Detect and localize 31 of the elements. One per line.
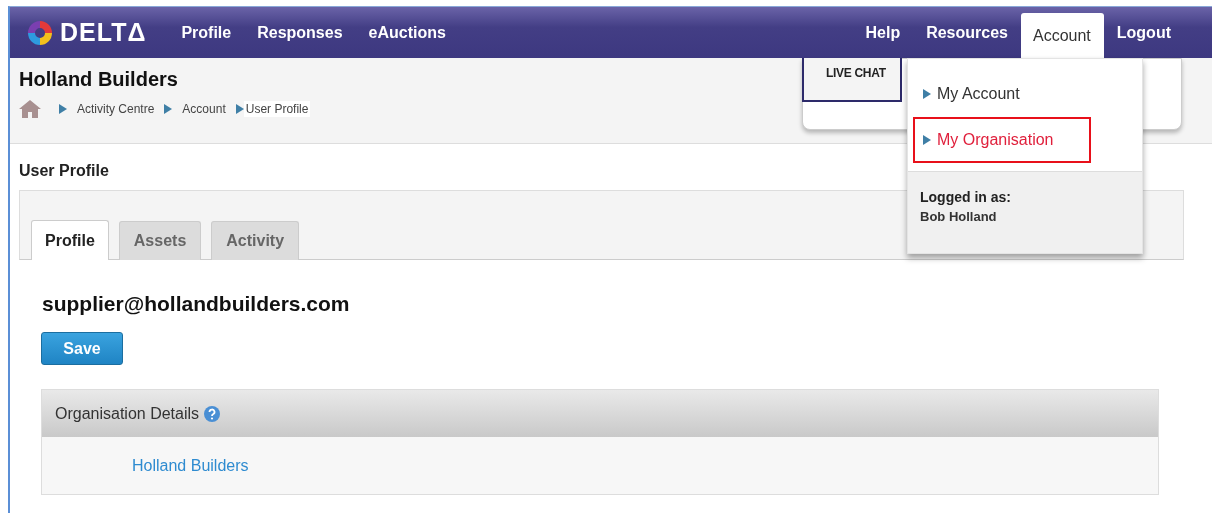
page-title: User Profile (19, 162, 110, 180)
logged-in-label: Logged in as: (920, 189, 1012, 205)
triangle-icon (923, 89, 931, 99)
nav-link[interactable]: Profile (168, 7, 245, 58)
email-heading: supplier@hollandbuilders.com (42, 292, 351, 316)
nav-link[interactable]: Logout (1103, 7, 1184, 58)
panel-title: Organisation Details (55, 404, 200, 423)
tab[interactable]: Assets (118, 221, 202, 260)
breadcrumb-link[interactable]: User Profile (243, 101, 311, 117)
tab[interactable]: Profile (31, 220, 109, 260)
logo-icon (26, 18, 54, 47)
tab[interactable]: Activity (211, 221, 300, 260)
company-title: Holland Builders (19, 68, 178, 91)
nav-link[interactable]: Responses (244, 7, 356, 58)
logo-text: DELTΔ (60, 18, 147, 47)
help-icon[interactable] (204, 405, 221, 422)
breadcrumb-link[interactable]: Activity Centre (77, 102, 155, 116)
user-name: Bob Holland (920, 209, 998, 224)
nav-link[interactable]: Resources (913, 7, 1021, 58)
triangle-icon (59, 104, 67, 114)
triangle-icon (923, 135, 931, 145)
nav-link[interactable]: eAuctions (355, 7, 459, 58)
menu-item[interactable]: My Account (913, 71, 1091, 117)
triangle-icon (164, 104, 173, 114)
triangle-icon (235, 104, 244, 114)
home-icon[interactable] (19, 100, 41, 118)
menu-item[interactable]: My Organisation (913, 117, 1091, 163)
nav-link[interactable]: Account (1021, 13, 1104, 58)
breadcrumb-link[interactable]: Account (182, 102, 226, 116)
nav-link[interactable]: Help (852, 7, 914, 58)
live-chat-button[interactable]: LIVE CHAT (802, 58, 902, 102)
